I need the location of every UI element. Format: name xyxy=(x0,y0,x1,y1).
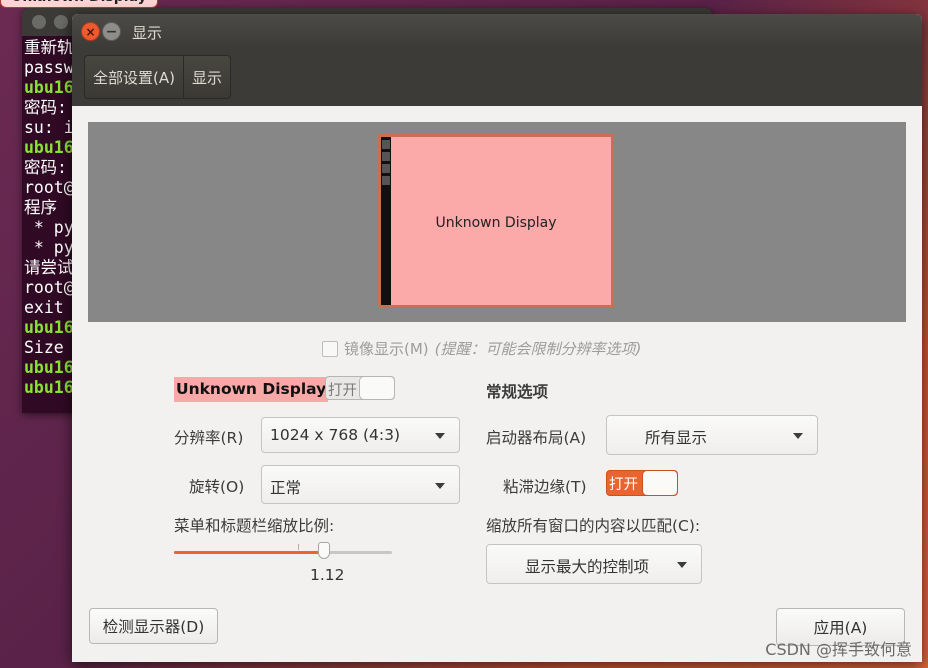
terminal-line: su: i xyxy=(24,118,74,137)
chevron-down-icon xyxy=(793,433,803,439)
resolution-label: 分辨率(R) xyxy=(174,429,244,447)
terminal-output: 重新轨 passw ubu16 密码: su: i ubu16 密码: root@ 程序 * p… xyxy=(24,38,74,398)
terminal-line: 程序 xyxy=(24,198,57,217)
mirror-label: 镜像显示(M) xyxy=(344,340,429,358)
terminal-line: passw xyxy=(24,58,74,77)
toggle-knob xyxy=(359,377,394,399)
scale-slider-tick xyxy=(298,544,299,550)
display-tooltip: Unknown Display xyxy=(0,0,158,8)
breadcrumb: 全部设置(A) 显示 xyxy=(84,55,231,99)
terminal-line: ubu16 xyxy=(24,138,74,157)
sticky-edges-toggle[interactable]: 打开 xyxy=(606,470,678,496)
scale-windows-dropdown[interactable]: 显示最大的控制项 xyxy=(486,544,702,584)
terminal-close-icon[interactable] xyxy=(32,15,46,29)
terminal-line: Size xyxy=(24,338,64,357)
window-titlebar: × − 显示 xyxy=(72,14,922,48)
terminal-line: root@ xyxy=(24,278,74,297)
scale-slider-handle[interactable] xyxy=(318,542,331,559)
toggle-knob xyxy=(642,471,677,495)
chevron-down-icon xyxy=(677,562,687,568)
mirror-checkbox[interactable] xyxy=(322,340,338,357)
general-options-heading: 常规选项 xyxy=(486,383,549,401)
mirror-option[interactable]: 镜像显示(M) (提醒：可能会限制分辨率选项) xyxy=(322,338,641,359)
resolution-value: 1024 x 768 (4:3) xyxy=(270,426,401,444)
scale-label: 菜单和标题栏缩放比例: xyxy=(174,517,335,535)
scale-windows-value: 显示最大的控制项 xyxy=(525,558,650,576)
terminal-line: ubu16 xyxy=(24,318,74,337)
launcher-placement-dropdown[interactable]: 所有显示 xyxy=(606,415,818,455)
display-arrangement-area: Unknown Display xyxy=(88,122,906,322)
terminal-line: 密码: xyxy=(24,158,67,177)
watermark: CSDN @挥手致何意 xyxy=(765,640,912,659)
terminal-line: root@ xyxy=(24,178,74,197)
terminal-line: ubu16 xyxy=(24,358,74,377)
resolution-dropdown[interactable]: 1024 x 768 (4:3) xyxy=(261,417,460,453)
scale-value: 1.12 xyxy=(310,566,345,584)
scale-slider-fill xyxy=(174,551,325,554)
terminal-line: exit xyxy=(24,298,64,317)
terminal-line: 请尝试 xyxy=(24,258,74,277)
scale-slider[interactable] xyxy=(174,542,392,559)
rotation-dropdown[interactable]: 正常 xyxy=(261,465,460,504)
detect-displays-button[interactable]: 检测显示器(D) xyxy=(89,608,218,644)
terminal-line: 重新轨 xyxy=(24,38,74,57)
display-settings-window: × − 显示 全部设置(A) 显示 Unknown Display 镜像显示(M… xyxy=(72,14,922,662)
terminal-line: * py xyxy=(24,238,74,257)
sticky-edges-label: 粘滞边缘(T) xyxy=(503,478,587,496)
monitor-label: Unknown Display xyxy=(435,215,557,231)
terminal-minimize-icon[interactable] xyxy=(54,15,68,29)
display-toggle-label: 打开 xyxy=(328,383,357,399)
toolbar: 全部设置(A) 显示 xyxy=(72,48,922,106)
close-icon[interactable]: × xyxy=(81,22,100,41)
terminal-line: * py xyxy=(24,218,74,237)
chevron-down-icon xyxy=(435,483,445,489)
rotation-value: 正常 xyxy=(270,479,302,497)
rotation-label: 旋转(O) xyxy=(189,478,245,496)
monitor-preview[interactable]: Unknown Display xyxy=(378,134,614,308)
sticky-toggle-label: 打开 xyxy=(609,477,638,493)
chevron-down-icon xyxy=(435,433,445,439)
window-title: 显示 xyxy=(132,24,163,42)
terminal-line: 密码: xyxy=(24,98,67,117)
all-settings-button[interactable]: 全部设置(A) xyxy=(85,56,184,98)
display-name: Unknown Display xyxy=(174,377,329,402)
breadcrumb-current[interactable]: 显示 xyxy=(184,56,230,98)
launcher-placement-value: 所有显示 xyxy=(645,429,708,447)
launcher-placement-label: 启动器布局(A) xyxy=(486,429,587,447)
terminal-line: ubu16 xyxy=(24,78,74,97)
scale-windows-label: 缩放所有窗口的内容以匹配(C): xyxy=(486,517,701,535)
display-power-toggle[interactable]: 打开 xyxy=(325,376,395,400)
terminal-line: ubu16 xyxy=(24,378,74,397)
minimize-icon[interactable]: − xyxy=(102,22,121,41)
mirror-hint: (提醒：可能会限制分辨率选项) xyxy=(434,340,642,358)
